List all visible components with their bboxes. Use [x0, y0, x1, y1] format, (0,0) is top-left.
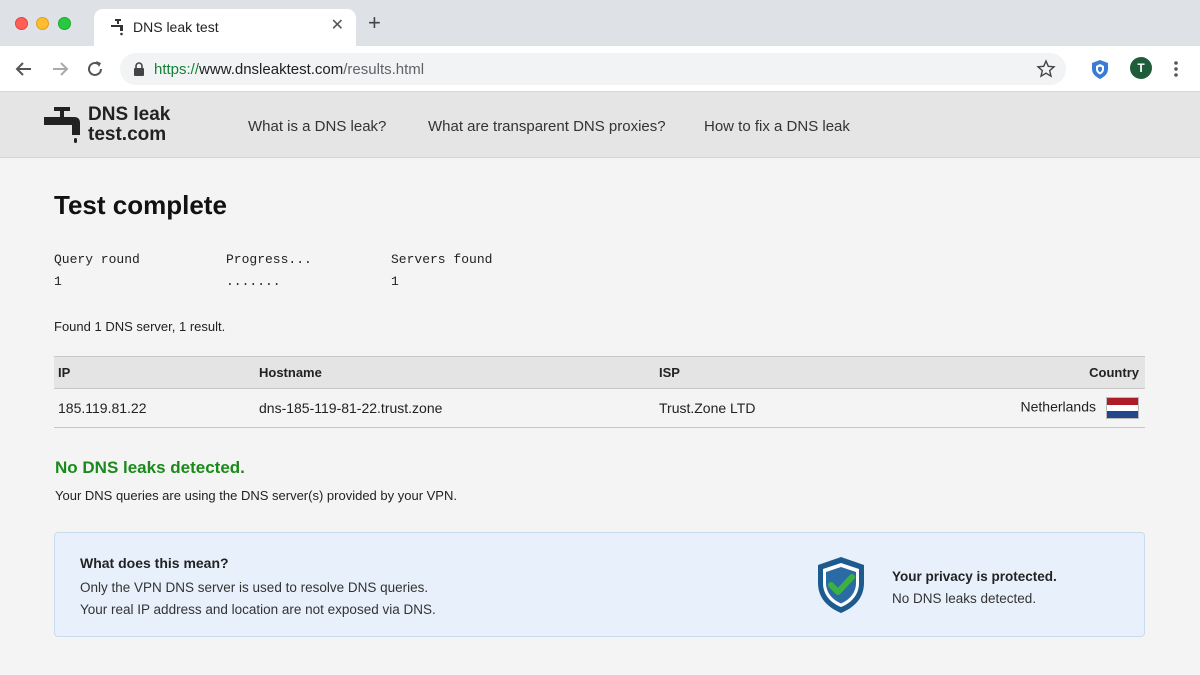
shield-icon[interactable]	[1089, 58, 1111, 80]
plus-icon[interactable]: +	[368, 12, 381, 34]
col-header-ip: IP	[54, 356, 255, 389]
stat-value-servers-found: 1	[391, 274, 399, 289]
window-maximize-button[interactable]	[58, 17, 71, 30]
page-title: Test complete	[54, 190, 227, 220]
site-logo[interactable]: DNS leak test.com	[88, 105, 170, 145]
cell-country: Netherlands	[955, 388, 1145, 428]
protected-subtext: No DNS leaks detected.	[892, 591, 1037, 606]
close-icon[interactable]: ✕	[331, 17, 344, 35]
col-header-country: Country	[955, 356, 1145, 389]
cell-hostname: dns-185-119-81-22.trust.zone	[255, 388, 655, 428]
nav-how-to-fix[interactable]: How to fix a DNS leak	[704, 118, 850, 135]
window-close-button[interactable]	[15, 17, 28, 30]
info-line-1: Only the VPN DNS server is used to resol…	[80, 580, 429, 595]
netherlands-flag-icon	[1106, 397, 1139, 419]
browser-toolbar: https://www.dnsleaktest.com/results.html…	[0, 46, 1200, 92]
faucet-icon	[111, 19, 123, 36]
info-line-2: Your real IP address and location are no…	[80, 602, 436, 617]
protected-title: Your privacy is protected.	[892, 569, 1057, 584]
stat-value-query-round: 1	[54, 274, 62, 289]
info-panel: What does this mean? Only the VPN DNS se…	[54, 532, 1145, 637]
browser-tab-active[interactable]: DNS leak test ✕	[94, 9, 356, 46]
nav-what-is-dns-leak[interactable]: What is a DNS leak?	[248, 118, 386, 135]
status-headline: No DNS leaks detected.	[55, 458, 245, 477]
results-table: IP Hostname ISP Country 185.119.81.22 dn…	[54, 356, 1145, 428]
tab-title: DNS leak test	[133, 19, 219, 35]
check-shield-icon	[818, 557, 864, 613]
cell-ip[interactable]: 185.119.81.22	[54, 388, 255, 428]
back-arrow-icon[interactable]	[13, 58, 35, 80]
status-subtext: Your DNS queries are using the DNS serve…	[55, 488, 457, 503]
found-summary: Found 1 DNS server, 1 result.	[54, 319, 226, 334]
table-row: 185.119.81.22 dns-185-119-81-22.trust.zo…	[54, 388, 1145, 428]
cell-isp: Trust.Zone LTD	[655, 388, 955, 428]
table-header-row: IP Hostname ISP Country	[54, 356, 1145, 389]
address-bar[interactable]: https://www.dnsleaktest.com/results.html	[120, 53, 1066, 85]
url-text: https://www.dnsleaktest.com/results.html	[154, 61, 425, 78]
star-icon[interactable]	[1036, 59, 1056, 79]
stat-label-servers-found: Servers found	[391, 252, 493, 267]
faucet-icon[interactable]	[42, 105, 84, 145]
site-header: DNS leak test.com What is a DNS leak? Wh…	[0, 92, 1200, 158]
avatar[interactable]: T	[1130, 57, 1152, 79]
col-header-hostname: Hostname	[255, 356, 655, 389]
lock-icon	[134, 62, 144, 76]
forward-arrow-icon[interactable]	[49, 58, 71, 80]
browser-tab-bar: DNS leak test ✕ +	[0, 0, 1200, 46]
col-header-isp: ISP	[655, 356, 955, 389]
window-minimize-button[interactable]	[36, 17, 49, 30]
more-vert-icon[interactable]	[1168, 58, 1184, 80]
stat-value-progress: .......	[226, 274, 281, 289]
stat-label-progress: Progress...	[226, 252, 312, 267]
reload-icon[interactable]	[84, 58, 106, 80]
stat-label-query-round: Query round	[54, 252, 140, 267]
nav-transparent-dns-proxies[interactable]: What are transparent DNS proxies?	[428, 118, 666, 135]
info-title: What does this mean?	[80, 555, 229, 571]
